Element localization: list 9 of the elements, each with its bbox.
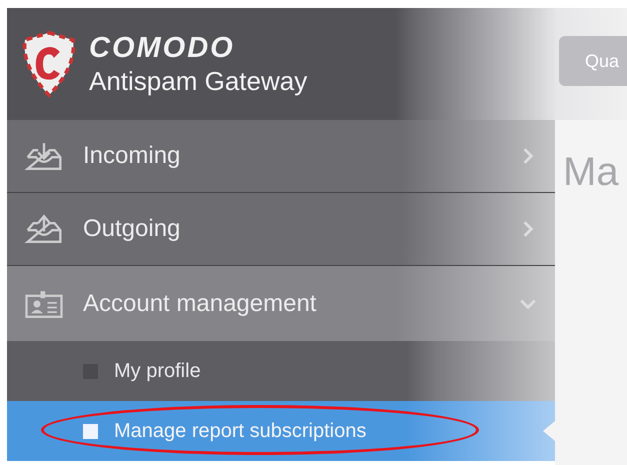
menu-item[interactable]: Outgoing — [7, 193, 555, 266]
submenu-item[interactable]: Manage report subscriptions — [7, 401, 555, 461]
square-bullet-icon — [83, 424, 98, 438]
menu-item[interactable]: Incoming — [7, 120, 555, 193]
menu-item[interactable]: Account management — [7, 266, 555, 341]
submenu-item[interactable]: My profile — [7, 341, 555, 401]
product-name: Antispam Gateway — [89, 65, 308, 97]
page-heading: Ma — [563, 150, 620, 195]
brand-name: COMODO — [89, 31, 236, 65]
